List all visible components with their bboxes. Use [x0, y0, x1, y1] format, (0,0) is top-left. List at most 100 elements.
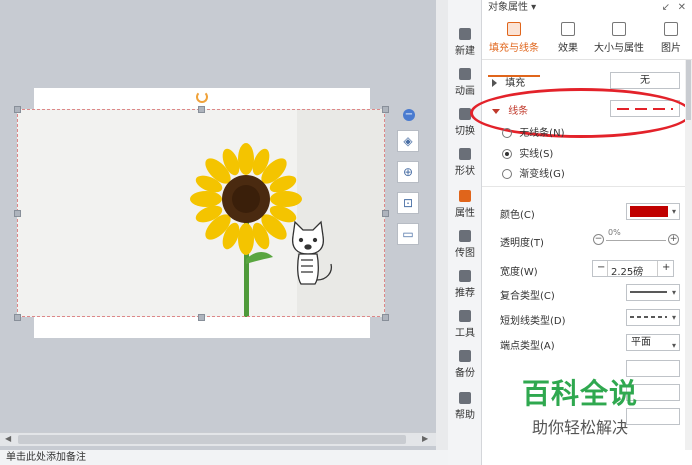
scroll-right-icon[interactable]: ▶ — [422, 434, 428, 443]
width-stepper[interactable]: − 2.25磅 + — [592, 260, 674, 278]
divider — [657, 261, 658, 276]
width-plus-button[interactable]: + — [662, 262, 670, 273]
compound-type-dropdown[interactable]: ▾ — [626, 284, 680, 301]
close-icon[interactable]: ✕ — [678, 0, 686, 16]
tab-label: 图片 — [661, 43, 681, 54]
shape-icon — [459, 148, 471, 160]
resize-handle[interactable] — [382, 210, 389, 217]
side-tab-bar: 新建 动画 切换 形状 属性 传图 推荐 工具 备份 帮助 — [448, 0, 482, 465]
size-icon — [612, 22, 626, 36]
picture-icon — [664, 22, 678, 36]
tab-label: 属性 — [455, 208, 475, 219]
tab-label: 备份 — [455, 368, 475, 379]
resize-handle[interactable] — [14, 106, 21, 113]
fill-line-icon — [507, 22, 521, 36]
scroll-left-icon[interactable]: ◀ — [5, 434, 11, 443]
tab-transition[interactable]: 切换 — [448, 108, 482, 137]
image-content — [17, 109, 385, 317]
tab-property[interactable]: 属性 — [448, 190, 482, 219]
vertical-scrollbar[interactable] — [436, 0, 448, 450]
floating-toolbar: − ◈ ⊕ ⊡ ▭ — [397, 109, 421, 254]
dash-type-dropdown[interactable]: ▾ — [626, 309, 680, 326]
tab-new[interactable]: 新建 — [448, 28, 482, 57]
tab-picture[interactable]: 图片 — [656, 22, 686, 54]
dash-preview — [630, 316, 667, 318]
sunflower-cat-image[interactable] — [17, 109, 385, 317]
tab-label: 效果 — [558, 43, 578, 54]
tab-backup[interactable]: 备份 — [448, 350, 482, 379]
transition-icon — [459, 108, 471, 120]
radio-no-line[interactable] — [502, 128, 512, 138]
frame-icon[interactable]: ▭ — [397, 223, 419, 245]
resize-handle[interactable] — [14, 210, 21, 217]
tab-label: 动画 — [455, 86, 475, 97]
tab-recommend[interactable]: 推荐 — [448, 270, 482, 299]
recommend-icon — [459, 270, 471, 282]
layers-icon[interactable]: ◈ — [397, 130, 419, 152]
watermark-title: 百科全说 — [521, 377, 638, 410]
resize-handle[interactable] — [382, 106, 389, 113]
chevron-down-icon: ▾ — [671, 207, 676, 216]
increase-icon[interactable]: + — [668, 234, 679, 245]
tab-label: 传图 — [455, 248, 475, 259]
panel-tabs: 填充与线条 效果 大小与属性 图片 — [482, 18, 692, 77]
divider — [607, 261, 608, 276]
resize-handle[interactable] — [14, 314, 21, 321]
fill-dropdown[interactable]: 无 — [610, 72, 680, 89]
divider — [482, 186, 692, 187]
scroll-thumb[interactable] — [18, 435, 406, 444]
tab-label: 填充与线条 — [489, 43, 539, 54]
resize-handle[interactable] — [198, 314, 205, 321]
resize-handle[interactable] — [198, 106, 205, 113]
slide-canvas[interactable]: − ◈ ⊕ ⊡ ▭ ◀ ▶ — [0, 0, 436, 450]
panel-title[interactable]: 对象属性 ▾ — [488, 2, 536, 13]
panel-scrollbar[interactable] — [685, 60, 692, 450]
width-minus-button[interactable]: − — [597, 262, 605, 273]
crop-icon[interactable]: ⊡ — [397, 192, 419, 214]
chevron-down-icon: ▾ — [671, 288, 676, 297]
tab-size-property[interactable]: 大小与属性 — [592, 22, 646, 54]
collapse-arrow-icon — [492, 108, 500, 114]
property-icon — [459, 190, 471, 202]
upload-image-icon — [459, 230, 471, 242]
line-label: 线条 — [508, 106, 529, 117]
tab-effect[interactable]: 效果 — [550, 22, 586, 54]
width-value[interactable]: 2.25磅 — [611, 263, 643, 278]
option-label: 无线条(N) — [519, 128, 565, 139]
collapse-icon[interactable]: − — [403, 109, 415, 121]
resize-handle[interactable] — [382, 314, 389, 321]
radio-gradient-line[interactable] — [502, 169, 512, 179]
option-label: 实线(S) — [519, 149, 554, 160]
tab-toolbox[interactable]: 工具 — [448, 310, 482, 339]
single-line-preview — [630, 291, 667, 293]
tab-help[interactable]: 帮助 — [448, 392, 482, 421]
notes-bar[interactable]: 单击此处添加备注 — [0, 450, 480, 465]
cap-type-dropdown[interactable]: 平面 ▾ — [626, 334, 680, 351]
tab-animation[interactable]: 动画 — [448, 68, 482, 97]
solid-line-option[interactable]: 实线(S) — [502, 145, 692, 160]
tab-shape[interactable]: 形状 — [448, 148, 482, 177]
dashed-line-preview — [617, 108, 673, 110]
horizontal-scrollbar[interactable]: ◀ ▶ — [0, 432, 436, 446]
no-line-option[interactable]: 无线条(N) — [502, 124, 692, 139]
pin-icon[interactable]: ↙ — [662, 0, 670, 16]
zoom-icon[interactable]: ⊕ — [397, 161, 419, 183]
expand-arrow-icon — [492, 79, 497, 87]
rotate-handle-icon[interactable] — [196, 91, 208, 103]
tab-fill-line[interactable]: 填充与线条 — [488, 22, 540, 54]
help-icon — [459, 392, 471, 404]
line-style-preview[interactable] — [610, 100, 680, 117]
chevron-down-icon: ▾ — [671, 341, 676, 350]
cap-type-value: 平面 — [631, 337, 651, 348]
radio-solid-line[interactable] — [502, 149, 512, 159]
scroll-thumb[interactable] — [686, 60, 691, 120]
toolbox-icon — [459, 310, 471, 322]
gradient-line-option[interactable]: 渐变线(G) — [502, 165, 692, 180]
chevron-down-icon: ▾ — [671, 313, 676, 322]
tab-label: 大小与属性 — [594, 43, 644, 54]
tab-label: 工具 — [455, 328, 475, 339]
decrease-icon[interactable]: − — [593, 234, 604, 245]
transparency-slider[interactable] — [606, 240, 666, 241]
tab-upload-image[interactable]: 传图 — [448, 230, 482, 259]
color-picker[interactable]: ▾ — [626, 203, 680, 220]
